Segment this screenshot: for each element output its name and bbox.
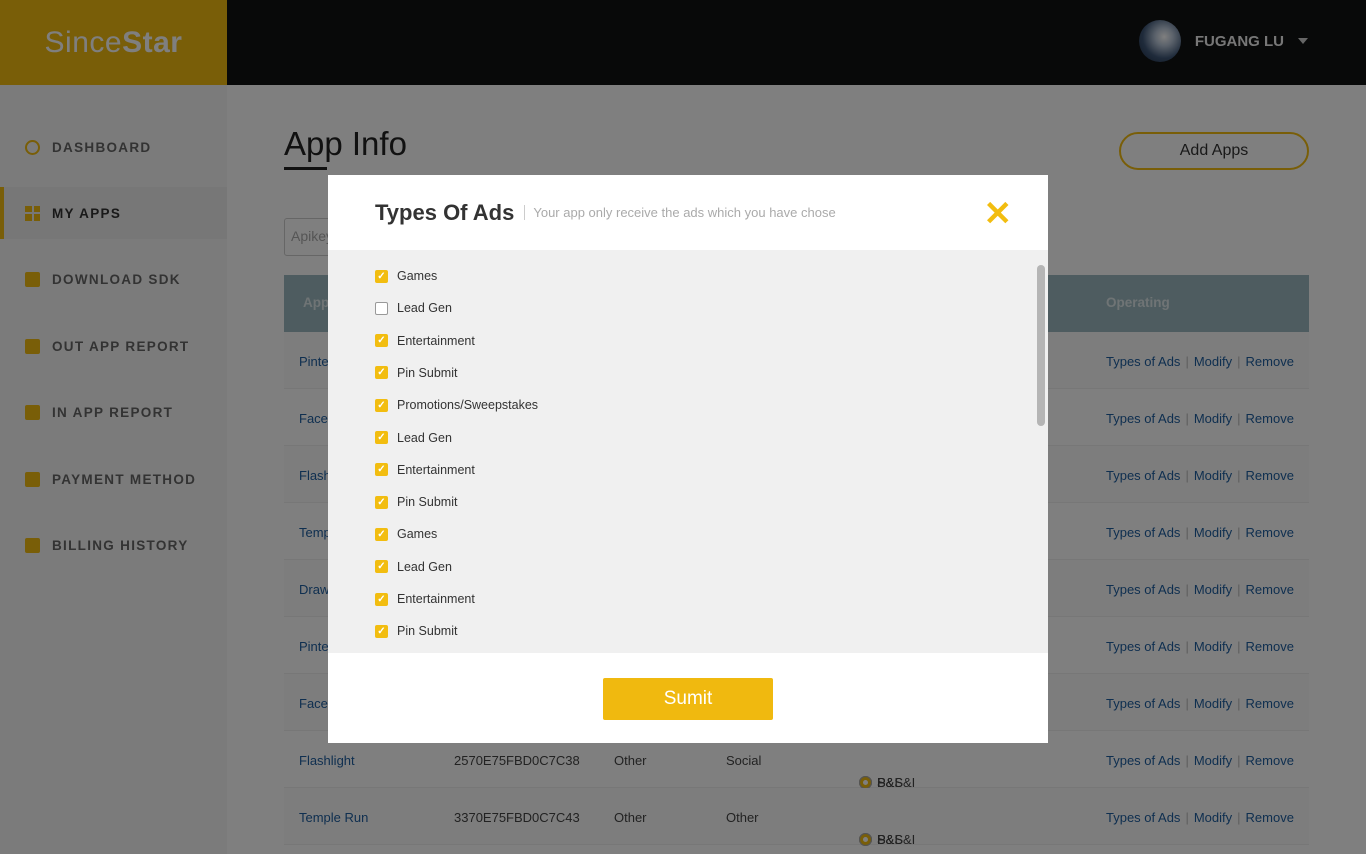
checkbox-checked-icon[interactable]: ✓ [375, 431, 388, 444]
ad-type-checkbox-item[interactable]: ✓ Entertainment [375, 592, 475, 606]
checkbox-checked-icon[interactable]: ✓ [375, 334, 388, 348]
scrollbar[interactable] [1037, 265, 1045, 426]
submit-button[interactable]: Sumit [603, 678, 773, 720]
types-of-ads-modal: Types Of Ads Your app only receive the a… [328, 175, 1048, 743]
ad-type-checkbox-item[interactable]: ✓ Pin Submit [375, 624, 457, 638]
ad-type-checkbox-item[interactable]: ✓ Games [375, 527, 437, 541]
ad-type-checkbox-item[interactable]: ✓ Pin Submit [375, 366, 457, 380]
ad-type-checkbox-item[interactable]: ✓ Lead Gen [375, 431, 452, 445]
modal-subtitle: Your app only receive the ads which you … [524, 205, 836, 220]
checkbox-checked-icon[interactable]: ✓ [375, 624, 388, 638]
ad-type-checkbox-item[interactable]: Lead Gen [375, 301, 452, 315]
checkbox-checked-icon[interactable]: ✓ [375, 560, 388, 574]
ad-type-label: Entertainment [397, 462, 475, 477]
ad-type-label: Entertainment [397, 592, 475, 606]
ad-type-checkbox-item[interactable]: ✓ Games [375, 269, 437, 283]
checkbox-checked-icon[interactable]: ✓ [375, 398, 388, 412]
ad-type-label: Lead Gen [397, 430, 452, 445]
checkbox-checked-icon[interactable]: ✓ [375, 527, 388, 541]
ad-type-label: Pin Submit [397, 624, 458, 639]
close-icon[interactable]: ✕ [984, 197, 1013, 231]
ad-types-list: ✓ Games Lead Gen ✓ Entertainment ✓ Pin Submit ✓… [328, 250, 1048, 653]
ad-type-checkbox-item[interactable]: ✓ Promotions/Sweepstakes [375, 398, 538, 412]
modal-title: Types Of Ads [375, 199, 515, 225]
ad-type-checkbox-item[interactable]: ✓ Entertainment [375, 463, 475, 477]
ad-type-label: Lead Gen [397, 559, 452, 574]
ad-type-checkbox-item[interactable]: ✓ Pin Submit [375, 495, 457, 509]
ad-type-label: Lead Gen [397, 301, 452, 316]
checkbox-checked-icon[interactable]: ✓ [375, 495, 388, 509]
ad-type-label: Games [397, 527, 438, 542]
checkbox-checked-icon[interactable]: ✓ [375, 366, 388, 380]
ad-type-label: Pin Submit [397, 495, 458, 510]
ad-type-label: Pin Submit [397, 365, 458, 380]
ad-type-label: Entertainment [397, 333, 475, 348]
checkbox-checked-icon[interactable]: ✓ [375, 592, 388, 606]
checkbox-empty-icon[interactable] [375, 301, 388, 315]
ad-type-label: Promotions/Sweepstakes [397, 398, 539, 413]
ad-type-checkbox-item[interactable]: ✓ Lead Gen [375, 560, 452, 574]
checkbox-checked-icon[interactable]: ✓ [375, 269, 388, 283]
checkbox-checked-icon[interactable]: ✓ [375, 463, 388, 477]
ad-type-checkbox-item[interactable]: ✓ Entertainment [375, 334, 475, 348]
ad-type-label: Games [397, 269, 438, 283]
modal-header: Types Of Ads Your app only receive the a… [328, 175, 1048, 250]
